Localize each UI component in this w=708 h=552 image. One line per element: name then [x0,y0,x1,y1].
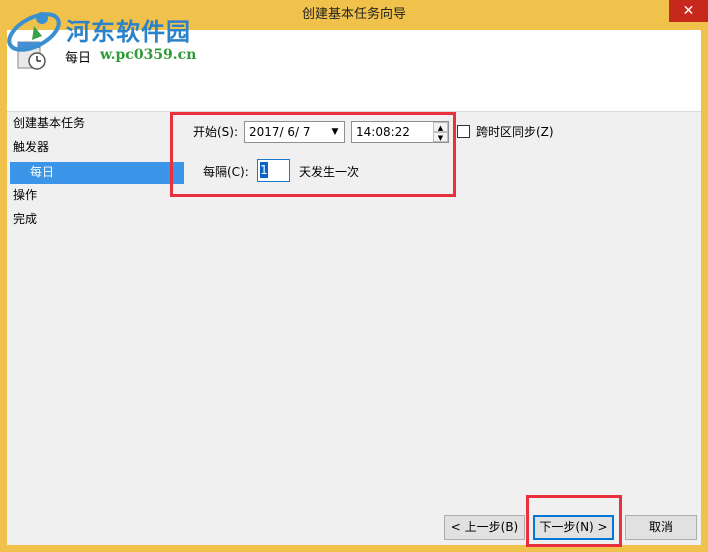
watermark-url: w.pc0359.cn [100,47,197,63]
cancel-button[interactable]: 取消 [625,515,697,540]
nav-item-daily[interactable]: 每日 [30,162,54,182]
watermark-title: 河东软件园 [66,17,191,46]
sync-timezone-label[interactable]: 跨时区同步(Z) [476,122,554,142]
nav-item-trigger[interactable]: 触发器 [13,137,49,157]
next-button[interactable]: 下一步(N) > [533,515,614,540]
watermark-logo-icon [4,6,64,52]
sync-timezone-checkbox[interactable] [457,125,470,138]
back-button[interactable]: < 上一步(B) [444,515,525,540]
nav-item-action[interactable]: 操作 [13,185,37,205]
nav-item-finish[interactable]: 完成 [13,209,37,229]
highlight-box-form [170,112,456,197]
step-title: 每日 [65,51,92,66]
close-button[interactable]: ✕ [669,0,708,22]
nav-item-create-basic-task[interactable]: 创建基本任务 [13,113,85,133]
